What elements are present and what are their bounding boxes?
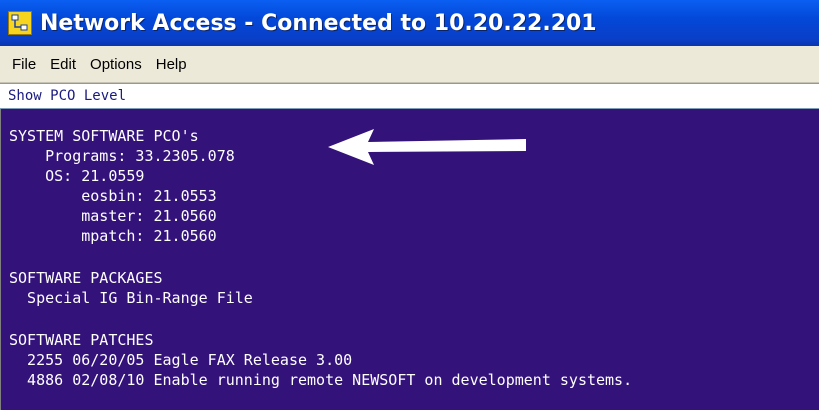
title-bar[interactable]: Network Access - Connected to 10.20.22.2…	[0, 0, 819, 46]
terminal-line: mpatch: 21.0560	[9, 227, 217, 245]
terminal-line: SYSTEM SOFTWARE PCO's	[9, 127, 199, 145]
menu-options[interactable]: Options	[83, 56, 149, 73]
menu-file[interactable]: File	[5, 56, 43, 73]
terminal-line: SOFTWARE PATCHES	[9, 331, 154, 349]
terminal-line: 2255 06/20/05 Eagle FAX Release 3.00	[9, 351, 353, 369]
terminal-line: 4886 02/08/10 Enable running remote NEWS…	[9, 371, 633, 389]
terminal-line: master: 21.0560	[9, 207, 217, 225]
network-app-icon	[8, 11, 32, 35]
terminal-line: SOFTWARE PACKAGES	[9, 269, 163, 287]
terminal-line: OS: 21.0559	[9, 167, 145, 185]
application-window: Network Access - Connected to 10.20.22.2…	[0, 0, 819, 410]
terminal-line: Special IG Bin-Range File	[9, 289, 253, 307]
command-text: Show PCO Level	[8, 88, 127, 104]
menu-edit[interactable]: Edit	[43, 56, 83, 73]
menu-bar: File Edit Options Help	[0, 46, 819, 83]
left-arrow-icon	[328, 129, 526, 165]
terminal-line: Programs: 33.2305.078	[9, 147, 235, 165]
command-line[interactable]: Show PCO Level	[0, 83, 819, 109]
terminal-line: eosbin: 21.0553	[9, 187, 217, 205]
window-title: Network Access - Connected to 10.20.22.2…	[40, 10, 597, 36]
menu-help[interactable]: Help	[149, 56, 194, 73]
